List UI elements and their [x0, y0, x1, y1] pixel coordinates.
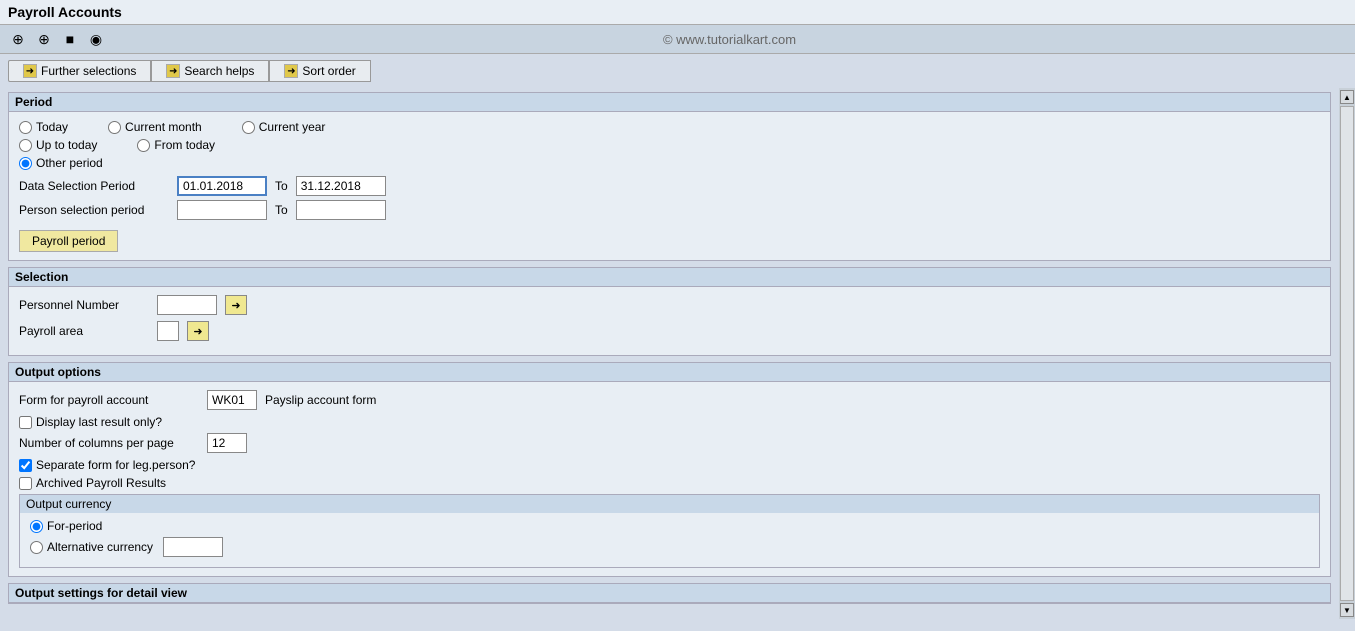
- tab-arrow-3: ➜: [284, 64, 298, 78]
- for-period-label: For-period: [47, 519, 102, 533]
- separate-form-checkbox[interactable]: [19, 459, 32, 472]
- period-section-title: Period: [9, 93, 1330, 112]
- radio-current-month[interactable]: Current month: [108, 120, 202, 134]
- person-selection-label: Person selection period: [19, 203, 169, 217]
- output-currency-title: Output currency: [20, 495, 1319, 513]
- radio-other-period[interactable]: Other period: [19, 156, 103, 170]
- personnel-number-label: Personnel Number: [19, 298, 149, 312]
- scroll-up-btn[interactable]: ▲: [1340, 90, 1354, 104]
- display-last-label: Display last result only?: [36, 415, 162, 429]
- output-detail-title: Output settings for detail view: [9, 584, 1330, 603]
- data-selection-label: Data Selection Period: [19, 179, 169, 193]
- radio-current-month-label: Current month: [125, 120, 202, 134]
- archived-label: Archived Payroll Results: [36, 476, 166, 490]
- tab-sort-order-label: Sort order: [302, 64, 355, 78]
- radio-today-label: Today: [36, 120, 68, 134]
- data-selection-from[interactable]: [177, 176, 267, 196]
- period-section: Period Today Current month Current year: [8, 92, 1331, 261]
- radio-up-to-today[interactable]: Up to today: [19, 138, 97, 152]
- radio-current-year-label: Current year: [259, 120, 326, 134]
- payroll-area-label: Payroll area: [19, 324, 149, 338]
- for-period-radio[interactable]: [30, 520, 43, 533]
- scrollbar[interactable]: ▲ ▼: [1339, 88, 1355, 619]
- selection-section-title: Selection: [9, 268, 1330, 287]
- person-selection-from[interactable]: [177, 200, 267, 220]
- output-options-section: Output options Form for payroll account …: [8, 362, 1331, 577]
- display-last-checkbox[interactable]: [19, 416, 32, 429]
- alt-currency-radio[interactable]: [30, 541, 43, 554]
- columns-input[interactable]: [207, 433, 247, 453]
- archived-checkbox[interactable]: [19, 477, 32, 490]
- tab-sort-order[interactable]: ➜ Sort order: [269, 60, 370, 82]
- toolbar-icon-4[interactable]: ◉: [86, 29, 106, 49]
- tab-arrow-1: ➜: [23, 64, 37, 78]
- tab-further-selections-label: Further selections: [41, 64, 136, 78]
- output-currency-section: Output currency For-period Alternative c…: [19, 494, 1320, 568]
- personnel-number-arrow-btn[interactable]: ➜: [225, 295, 247, 315]
- form-label: Form for payroll account: [19, 393, 199, 407]
- title-bar: Payroll Accounts: [0, 0, 1355, 25]
- toolbar: ⊕ ⊕ ■ ◉ © www.tutorialkart.com: [0, 25, 1355, 54]
- radio-other-period-label: Other period: [36, 156, 103, 170]
- tab-search-helps-label: Search helps: [184, 64, 254, 78]
- radio-from-today[interactable]: From today: [137, 138, 215, 152]
- radio-current-year[interactable]: Current year: [242, 120, 326, 134]
- toolbar-icon-2[interactable]: ⊕: [34, 29, 54, 49]
- to-label-2: To: [275, 203, 288, 217]
- payroll-area-arrow-btn[interactable]: ➜: [187, 321, 209, 341]
- scroll-track: [1340, 106, 1354, 601]
- output-detail-section: Output settings for detail view: [8, 583, 1331, 604]
- selection-section: Selection Personnel Number ➜ Payroll are…: [8, 267, 1331, 356]
- tab-arrow-2: ➜: [166, 64, 180, 78]
- to-label-1: To: [275, 179, 288, 193]
- columns-label: Number of columns per page: [19, 436, 199, 450]
- scroll-down-btn[interactable]: ▼: [1340, 603, 1354, 617]
- form-value-input[interactable]: [207, 390, 257, 410]
- alt-currency-input[interactable]: [163, 537, 223, 557]
- personnel-number-input[interactable]: [157, 295, 217, 315]
- separate-form-label: Separate form for leg.person?: [36, 458, 195, 472]
- payroll-area-input[interactable]: [157, 321, 179, 341]
- payroll-period-button[interactable]: Payroll period: [19, 230, 118, 252]
- tabs-bar: ➜ Further selections ➜ Search helps ➜ So…: [0, 54, 1355, 88]
- form-desc: Payslip account form: [265, 393, 376, 407]
- radio-today[interactable]: Today: [19, 120, 68, 134]
- output-options-title: Output options: [9, 363, 1330, 382]
- person-selection-to[interactable]: [296, 200, 386, 220]
- toolbar-icon-3[interactable]: ■: [60, 29, 80, 49]
- alt-currency-label: Alternative currency: [47, 540, 153, 554]
- page-title: Payroll Accounts: [8, 4, 122, 20]
- data-selection-to[interactable]: [296, 176, 386, 196]
- watermark: © www.tutorialkart.com: [112, 32, 1347, 47]
- tab-search-helps[interactable]: ➜ Search helps: [151, 60, 269, 82]
- toolbar-icon-1[interactable]: ⊕: [8, 29, 28, 49]
- radio-from-today-label: From today: [154, 138, 215, 152]
- radio-up-to-today-label: Up to today: [36, 138, 97, 152]
- tab-further-selections[interactable]: ➜ Further selections: [8, 60, 151, 82]
